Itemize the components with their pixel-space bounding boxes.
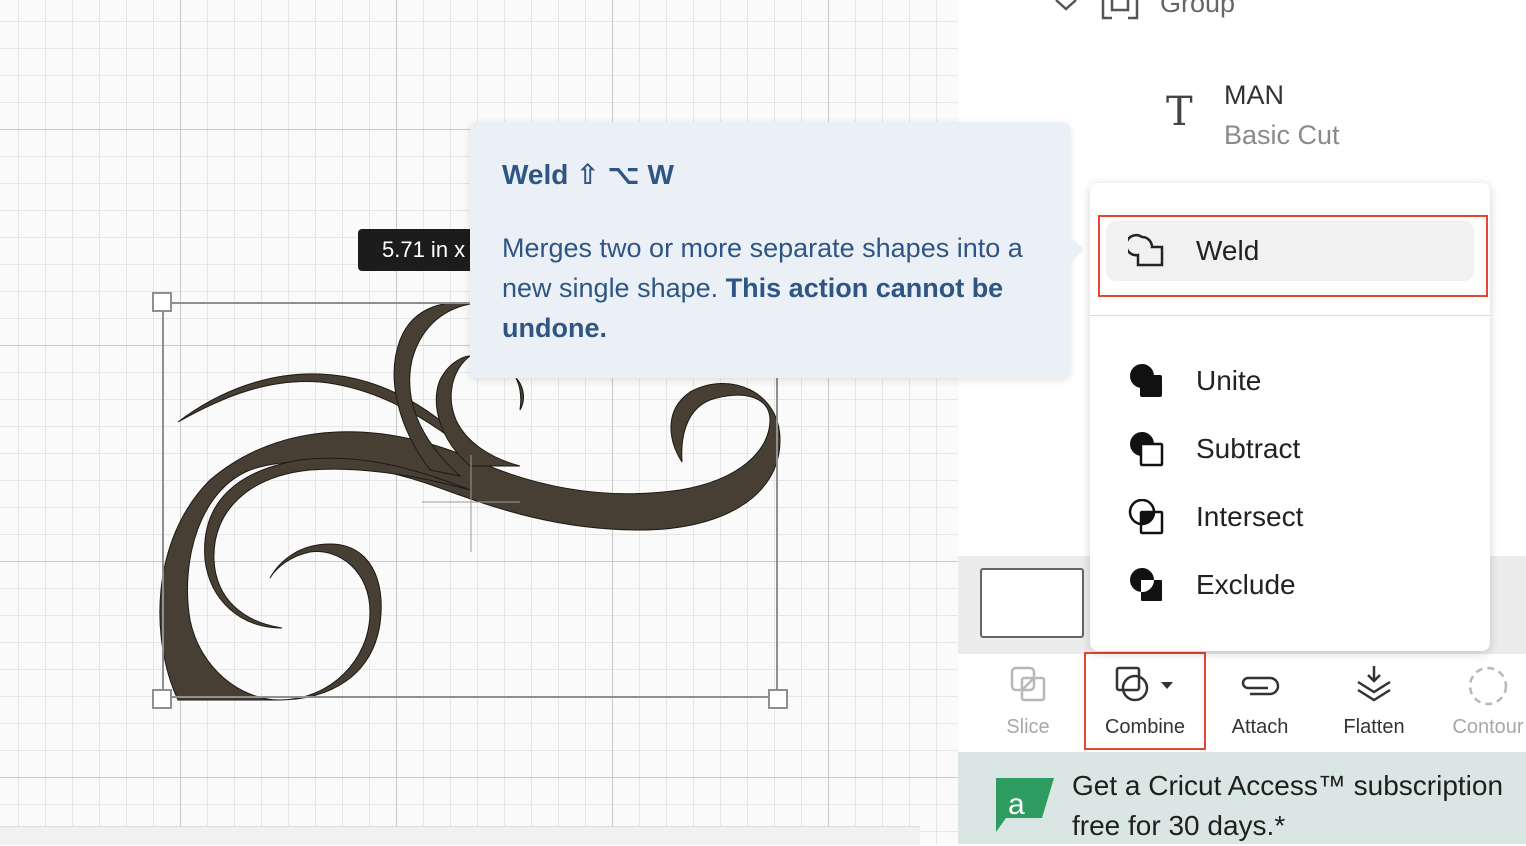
intersect-icon: [1128, 499, 1164, 535]
canvas-color-swatch[interactable]: [980, 568, 1084, 638]
menu-divider: [1090, 315, 1490, 316]
attach-label: Attach: [1231, 716, 1289, 738]
layer-group-row[interactable]: Group: [958, 0, 1526, 40]
chevron-down-icon[interactable]: [1054, 0, 1078, 12]
cricut-access-logo-icon: a: [996, 778, 1054, 832]
promo-text: Get a Cricut Access™ subscription free f…: [1072, 770, 1504, 841]
resize-handle-bottom-right[interactable]: [768, 689, 788, 709]
weld-tooltip: Weld ⇧ ⌥ W Merges two or more separate s…: [470, 122, 1084, 378]
menu-item-exclude[interactable]: Exclude: [1106, 555, 1474, 615]
slice-icon: [1010, 666, 1046, 702]
group-icon: [1101, 0, 1139, 20]
menu-item-unite[interactable]: Unite: [1106, 351, 1474, 411]
subtract-icon: [1130, 432, 1164, 467]
dimension-label: 5.71 in x: [358, 229, 488, 271]
menu-label-subtract: Subtract: [1196, 433, 1301, 464]
menu-item-intersect[interactable]: Intersect: [1106, 487, 1474, 547]
weld-highlight-box: [1098, 215, 1488, 297]
tooltip-description: Merges two or more separate shapes into …: [502, 228, 1032, 348]
flatten-label: Flatten: [1343, 716, 1405, 738]
combine-highlight-box: [1084, 652, 1206, 750]
group-label: Group: [1160, 0, 1236, 18]
canvas-scrollbar[interactable]: [0, 826, 920, 845]
resize-handle-bottom-left[interactable]: [152, 689, 172, 709]
exclude-icon: [1130, 568, 1162, 601]
layer-name: MAN: [1224, 80, 1284, 110]
tooltip-shortcut: ⇧ ⌥ W: [576, 159, 674, 190]
menu-item-subtract[interactable]: Subtract: [1106, 419, 1474, 479]
text-layer-icon: T: [1166, 89, 1193, 135]
layer-operation: Basic Cut: [1224, 120, 1340, 150]
unite-icon: [1130, 364, 1162, 397]
promo-banner[interactable]: a Get a Cricut Access™ subscription free…: [958, 752, 1526, 844]
slice-button[interactable]: Slice: [978, 654, 1078, 752]
flatten-button[interactable]: Flatten: [1322, 654, 1426, 752]
menu-label-unite: Unite: [1196, 365, 1262, 396]
attach-icon: [1241, 676, 1280, 696]
contour-icon: [1468, 666, 1508, 706]
flatten-icon: [1357, 666, 1391, 702]
slice-label: Slice: [1006, 716, 1050, 738]
contour-button[interactable]: Contour: [1436, 654, 1526, 752]
tooltip-arrow: [1070, 236, 1084, 264]
tooltip-title: Weld ⇧ ⌥ W: [502, 158, 674, 192]
contour-label: Contour: [1452, 716, 1524, 738]
bottom-toolbar: Slice Combine Attach Flatten Contour: [958, 652, 1526, 752]
tooltip-title-text: Weld: [502, 159, 569, 190]
svg-text:a: a: [1008, 788, 1025, 821]
menu-label-intersect: Intersect: [1196, 501, 1304, 532]
menu-label-exclude: Exclude: [1196, 569, 1296, 600]
attach-button[interactable]: Attach: [1208, 654, 1312, 752]
combine-dropdown-menu: Weld Unite Subtract Intersect Exclude: [1090, 183, 1490, 651]
resize-handle-top-left[interactable]: [152, 292, 172, 312]
